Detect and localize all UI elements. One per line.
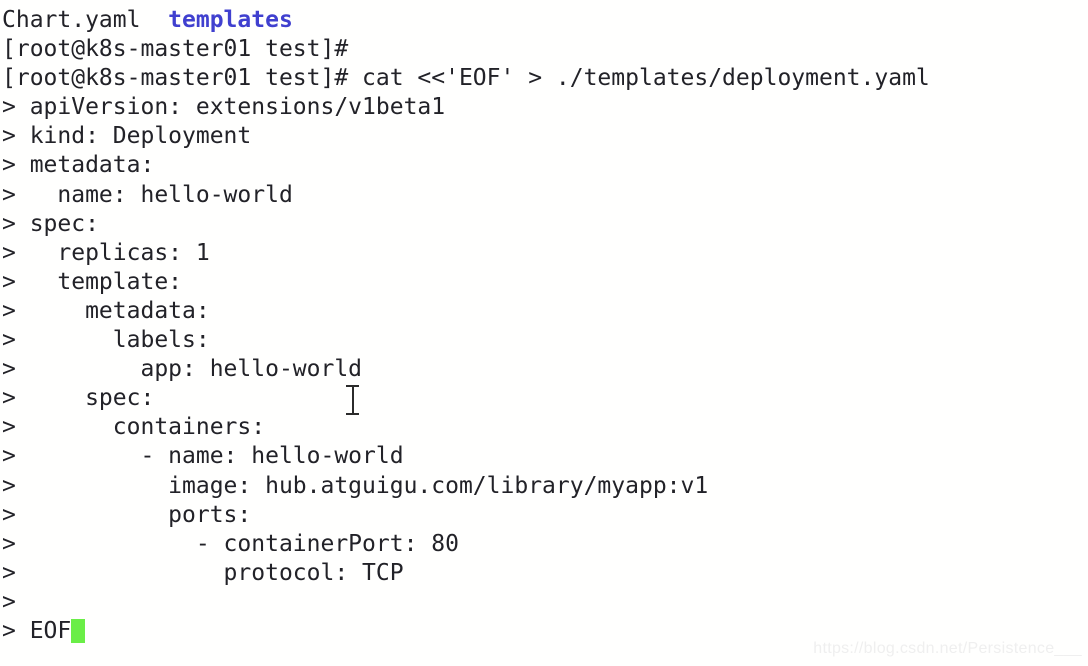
terminal-line: > spec: (0, 384, 1088, 413)
terminal-line: > replicas: 1 (0, 239, 1088, 268)
terminal-text: > (2, 588, 16, 615)
terminal-text: > - containerPort: 80 (2, 530, 459, 557)
directory-name: templates (168, 7, 293, 33)
terminal-text: [root@k8s-master01 test]# cat <<'EOF' > … (2, 65, 930, 92)
terminal-text: > spec: (2, 210, 99, 237)
terminal-line: > apiVersion: extensions/v1beta1 (0, 93, 1088, 122)
terminal-line: > metadata: (0, 297, 1088, 326)
terminal-text: > kind: Deployment (2, 123, 252, 150)
terminal-text: > name: hello-world (2, 181, 293, 208)
terminal-text: > ports: (2, 501, 252, 528)
terminal-text: > image: hub.atguigu.com/library/myapp:v… (2, 472, 709, 499)
terminal-text: > replicas: 1 (2, 239, 210, 266)
terminal-text: > containers: (2, 414, 266, 441)
terminal-text: > app: hello-world (2, 356, 363, 383)
terminal-text: > labels: (2, 327, 210, 354)
terminal-text: > - name: hello-world (2, 443, 404, 470)
terminal-line: [root@k8s-master01 test]# (0, 35, 1088, 64)
terminal-line: > template: (0, 268, 1088, 297)
terminal-line: > image: hub.atguigu.com/library/myapp:v… (0, 472, 1088, 501)
terminal-line: > containers: (0, 413, 1088, 442)
terminal-text: > protocol: TCP (2, 559, 404, 586)
terminal-text: > template: (2, 268, 183, 295)
terminal-text: Chart.yaml (2, 7, 169, 33)
terminal-text: [root@k8s-master01 test]# (2, 36, 363, 63)
terminal-text: > metadata: (2, 152, 155, 179)
terminal-line: > ports: (0, 501, 1088, 530)
terminal-line: > protocol: TCP (0, 559, 1088, 588)
terminal-line: [root@k8s-master01 test]# cat <<'EOF' > … (0, 64, 1088, 93)
terminal-line: Chart.yaml templates (0, 6, 1088, 35)
watermark-text: https://blog.csdn.net/Persistence___ (813, 640, 1082, 657)
terminal-text: > apiVersion: extensions/v1beta1 (2, 94, 446, 121)
terminal-screenshot: Chart.yaml templates [root@k8s-master01 t… (0, 0, 1088, 666)
terminal-line: > metadata: (0, 151, 1088, 180)
terminal-line: > (0, 588, 1088, 617)
terminal-line: > name: hello-world (0, 181, 1088, 210)
terminal-line: > app: hello-world (0, 355, 1088, 384)
terminal-block-cursor (71, 618, 86, 643)
terminal-line: > - name: hello-world (0, 442, 1088, 471)
terminal-line: > labels: (0, 326, 1088, 355)
terminal-text: > metadata: (2, 297, 210, 324)
terminal-line: > kind: Deployment (0, 122, 1088, 151)
terminal-text: > spec: (2, 385, 155, 412)
terminal-text: > EOF (2, 617, 72, 644)
terminal-line: > - containerPort: 80 (0, 530, 1088, 559)
terminal-output-area[interactable]: Chart.yaml templates [root@k8s-master01 t… (0, 0, 1088, 666)
terminal-line: > spec: (0, 210, 1088, 239)
